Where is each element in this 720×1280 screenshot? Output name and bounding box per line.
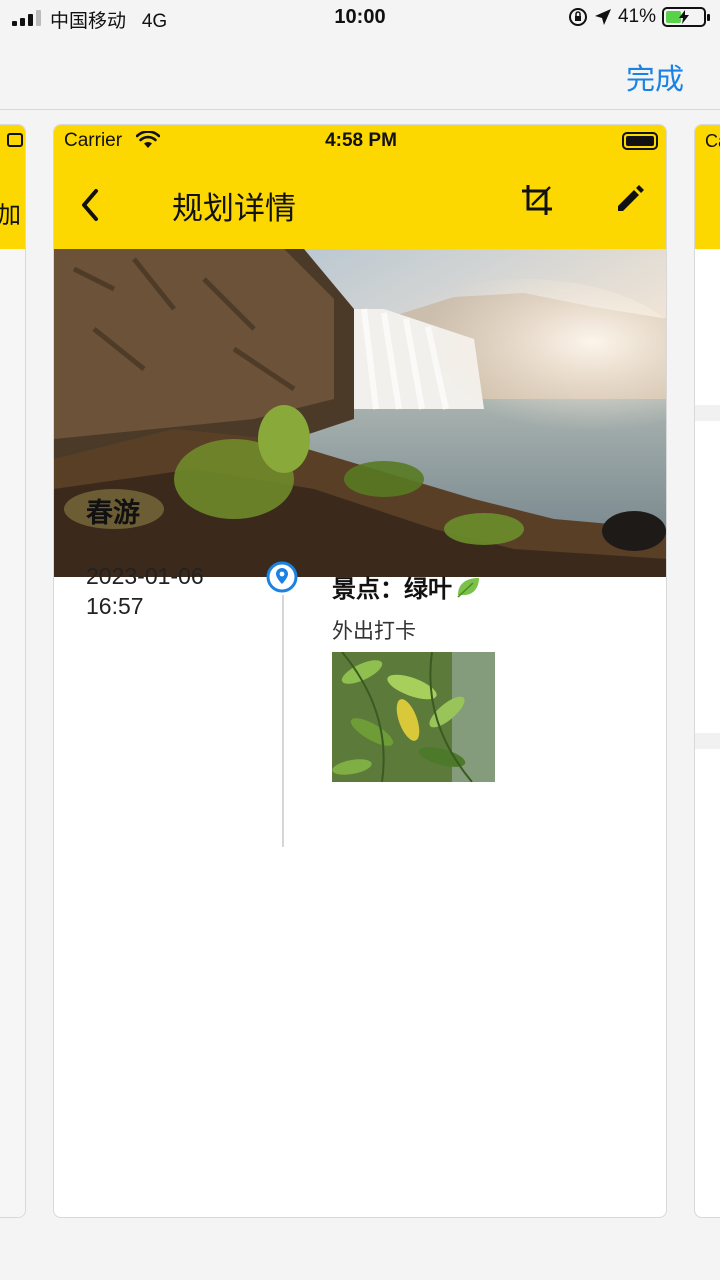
leaf-icon: [457, 577, 479, 598]
previous-card-text: 加: [0, 195, 21, 230]
timeline-line: [282, 595, 284, 847]
next-card-text: Ca: [705, 131, 720, 151]
next-card-header: Ca: [695, 125, 720, 249]
orientation-lock-icon: [568, 8, 587, 26]
crop-icon[interactable]: [520, 183, 554, 217]
card-header: Carrier 4:58 PM 规划详情: [54, 125, 666, 249]
inner-status-time: 4:58 PM: [325, 130, 397, 151]
back-chevron-icon[interactable]: [76, 185, 104, 225]
battery-icon: [662, 7, 710, 27]
card-nav-bar: 规划详情: [54, 169, 666, 239]
pencil-icon[interactable]: [612, 183, 646, 217]
previous-card-peek[interactable]: 加: [0, 124, 26, 1218]
charging-bolt-icon: [679, 10, 689, 24]
page-title: 规划详情: [172, 191, 296, 226]
spot-title-text: 景点：绿叶: [332, 576, 452, 603]
inner-battery-icon: [622, 132, 658, 150]
plan-title: 春游: [86, 498, 140, 528]
spot-description: 外出打卡: [332, 620, 416, 643]
inner-status-bar: Carrier 4:58 PM: [54, 125, 666, 159]
location-pin-icon: [266, 561, 298, 593]
plan-detail-card: Carrier 4:58 PM 规划详情 春游 2023-01-06 16:57…: [53, 124, 667, 1218]
next-card-peek[interactable]: Ca: [694, 124, 720, 1218]
previous-card-body: [0, 249, 25, 1217]
plan-datetime: 2023-01-06 16:57: [86, 561, 204, 621]
spot-title: 景点：绿叶: [332, 569, 481, 604]
spot-photo[interactable]: [332, 652, 495, 782]
battery-icon: [7, 133, 23, 147]
outer-nav-bar: 完成: [0, 38, 720, 110]
plan-date: 2023-01-06: [86, 563, 204, 589]
done-button[interactable]: 完成: [626, 56, 684, 98]
battery-percent: 41%: [617, 6, 656, 27]
plan-cover-image: [54, 249, 666, 577]
status-right: 41%: [568, 6, 710, 28]
location-arrow-icon: [594, 9, 611, 25]
next-card-divider: [695, 405, 720, 421]
next-card-divider: [695, 733, 720, 749]
os-status-bar: 中国移动 4G 10:00 41%: [0, 0, 720, 38]
previous-card-header: 加: [0, 125, 25, 249]
plan-time: 16:57: [86, 593, 144, 619]
